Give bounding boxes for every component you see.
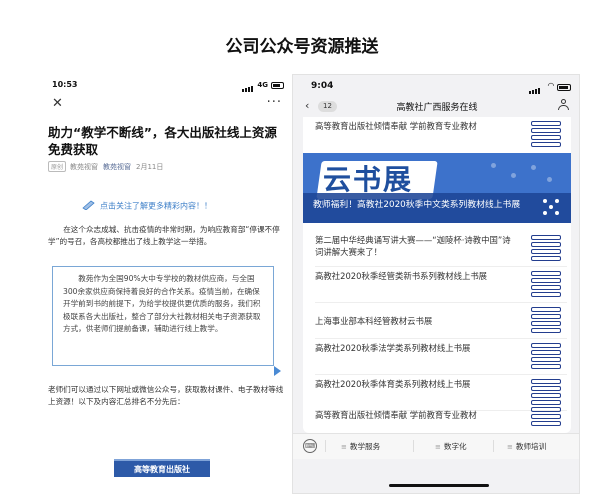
follow-text: 点击关注了解更多精彩内容！！ bbox=[100, 201, 212, 211]
book-stack-icon bbox=[529, 119, 563, 149]
close-icon[interactable]: ✕ bbox=[52, 96, 63, 111]
arrow-icon bbox=[274, 366, 281, 376]
network-label: 4G bbox=[257, 81, 268, 89]
more-icon[interactable]: ··· bbox=[267, 95, 282, 110]
tab-digital[interactable]: 数字化 bbox=[435, 441, 467, 452]
follow-prompt[interactable]: 点击关注了解更多精彩内容！！ bbox=[82, 200, 282, 212]
tab-teaching-service[interactable]: 教学服务 bbox=[341, 441, 380, 452]
list-item[interactable]: 高教社2020秋季法学类系列教材线上书展 bbox=[315, 339, 567, 375]
articles-card: 云书展 教师福利！高教社2020秋季中文类系列教材线上书展 第二届中华经典诵写讲… bbox=[303, 153, 571, 433]
pencil-icon bbox=[82, 200, 96, 212]
account-name: 教苑视窗 bbox=[70, 163, 99, 171]
decorative-dots bbox=[481, 159, 561, 189]
profile-icon[interactable] bbox=[558, 99, 569, 111]
unread-badge[interactable]: 12 bbox=[318, 101, 337, 112]
back-icon[interactable]: ‹ bbox=[305, 99, 309, 112]
original-tag: 原创 bbox=[48, 161, 67, 172]
list-item[interactable]: 第二届中华经典诵写讲大赛——“迦陵杯·诗教中国”诗词讲解大赛来了！ bbox=[315, 231, 567, 267]
home-indicator bbox=[389, 484, 489, 487]
article-title: 高等教育出版社倾情奉献 学前教育专业教材 bbox=[315, 121, 477, 131]
book-stack-icon bbox=[529, 407, 563, 427]
article-headline: 助力“教学不断线”，各大出版社线上资源免费获取 bbox=[48, 125, 277, 157]
article-meta: 原创 教苑视窗 教苑视窗 2月11日 bbox=[48, 161, 288, 172]
left-phone-screenshot: 10:53 4G ✕ ··· 助力“教学不断线”，各大出版社线上资源免费获取 原… bbox=[38, 74, 290, 494]
dots-icon bbox=[541, 197, 561, 217]
status-bar: 10:53 4G bbox=[48, 80, 284, 94]
list-item[interactable]: 高等教育出版社倾情奉献 学前教育专业教材 bbox=[315, 407, 567, 433]
publisher-button[interactable]: 高等教育出版社 bbox=[114, 459, 210, 477]
menu-bar: ⌨ 教学服务 数字化 教师培训 bbox=[293, 433, 579, 459]
book-stack-icon bbox=[529, 305, 563, 335]
battery-icon bbox=[271, 82, 284, 89]
article-title: 第二届中华经典诵写讲大赛——“迦陵杯·诗教中国”诗词讲解大赛来了！ bbox=[315, 235, 511, 257]
signal-icon bbox=[242, 83, 254, 92]
account-link[interactable]: 教苑视窗 bbox=[103, 163, 131, 171]
list-item[interactable]: 上海事业部本科经管教材云书展 bbox=[315, 303, 567, 339]
tab-teacher-training[interactable]: 教师培训 bbox=[507, 441, 546, 452]
article-card-top[interactable]: 高等教育出版社倾情奉献 学前教育专业教材 bbox=[303, 117, 571, 153]
article-title: 上海事业部本科经管教材云书展 bbox=[315, 316, 433, 326]
keyboard-icon[interactable]: ⌨ bbox=[303, 439, 317, 453]
status-time: 9:04 bbox=[311, 81, 334, 91]
article-title: 高教社2020秋季法学类系列教材线上书展 bbox=[315, 343, 471, 353]
intro-paragraph: 在这个众志成城、抗击疫情的非常时期，为响应教育部“停课不停学”的号召，各高校都推… bbox=[48, 225, 280, 246]
wifi-icon: ◠ bbox=[547, 81, 554, 90]
book-stack-icon bbox=[529, 269, 563, 299]
banner-image[interactable]: 云书展 教师福利！高教社2020秋季中文类系列教材线上书展 bbox=[303, 153, 571, 223]
highlight-box: 教苑作为全国90%大中专学校的教材供应商，与全国300余家供应商保持着良好的合作… bbox=[52, 266, 274, 366]
article-title: 高等教育出版社倾情奉献 学前教育专业教材 bbox=[315, 410, 477, 420]
banner-caption: 教师福利！高教社2020秋季中文类系列教材线上书展 bbox=[303, 193, 571, 223]
chat-nav: 高教社广西服务在线 ‹ 12 bbox=[293, 97, 579, 117]
signal-icon bbox=[529, 84, 541, 94]
battery-icon bbox=[557, 84, 571, 91]
page-title: 公司公众号资源推送 bbox=[225, 37, 379, 57]
list-item[interactable]: 高教社2020秋季体育类系列教材线上书展 bbox=[315, 375, 567, 411]
article-nav: ✕ ··· bbox=[48, 95, 284, 114]
article-date: 2月11日 bbox=[136, 163, 164, 171]
article-title: 高教社2020秋季经管类新书系列教材线上书展 bbox=[315, 271, 488, 281]
book-stack-icon bbox=[529, 341, 563, 371]
book-stack-icon bbox=[529, 377, 563, 407]
status-time: 10:53 bbox=[52, 80, 78, 89]
book-stack-icon bbox=[529, 233, 563, 263]
right-phone-screenshot: 9:04 ◠ 高教社广西服务在线 ‹ 12 高等教育出版社倾情奉献 学前教育专业… bbox=[292, 74, 580, 494]
article-title: 高教社2020秋季体育类系列教材线上书展 bbox=[315, 379, 471, 389]
list-item[interactable]: 高教社2020秋季经管类新书系列教材线上书展 bbox=[315, 267, 567, 303]
resources-paragraph: 老师们可以通过以下网址或微信公众号，获取教材课件、电子教材等线上资源！以下及内容… bbox=[48, 385, 284, 406]
status-bar: 9:04 ◠ bbox=[293, 75, 579, 95]
